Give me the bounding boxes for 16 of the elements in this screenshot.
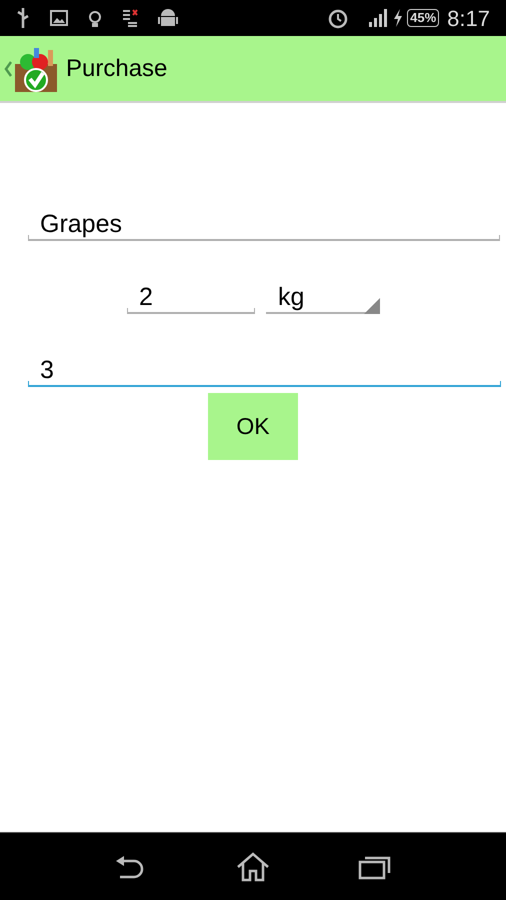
screen-title: Purchase (66, 54, 168, 84)
quantity-field[interactable]: 2 (127, 272, 255, 314)
android-icon (158, 7, 178, 29)
item-name-field[interactable]: Grapes (28, 199, 500, 241)
amount-field[interactable]: 3 (28, 345, 501, 387)
unit-dropdown[interactable]: kg (266, 272, 380, 314)
charging-icon (393, 9, 404, 27)
ok-button[interactable]: OK (208, 393, 298, 460)
image-icon (50, 10, 68, 26)
signal-icon (369, 9, 390, 27)
battery-level: 45% (407, 9, 440, 27)
dropdown-triangle-icon (364, 298, 380, 314)
clock-time: 8:17 (447, 4, 490, 32)
list-icon (122, 9, 138, 27)
alarm-clock-icon (327, 7, 350, 29)
home-icon[interactable] (236, 852, 270, 882)
